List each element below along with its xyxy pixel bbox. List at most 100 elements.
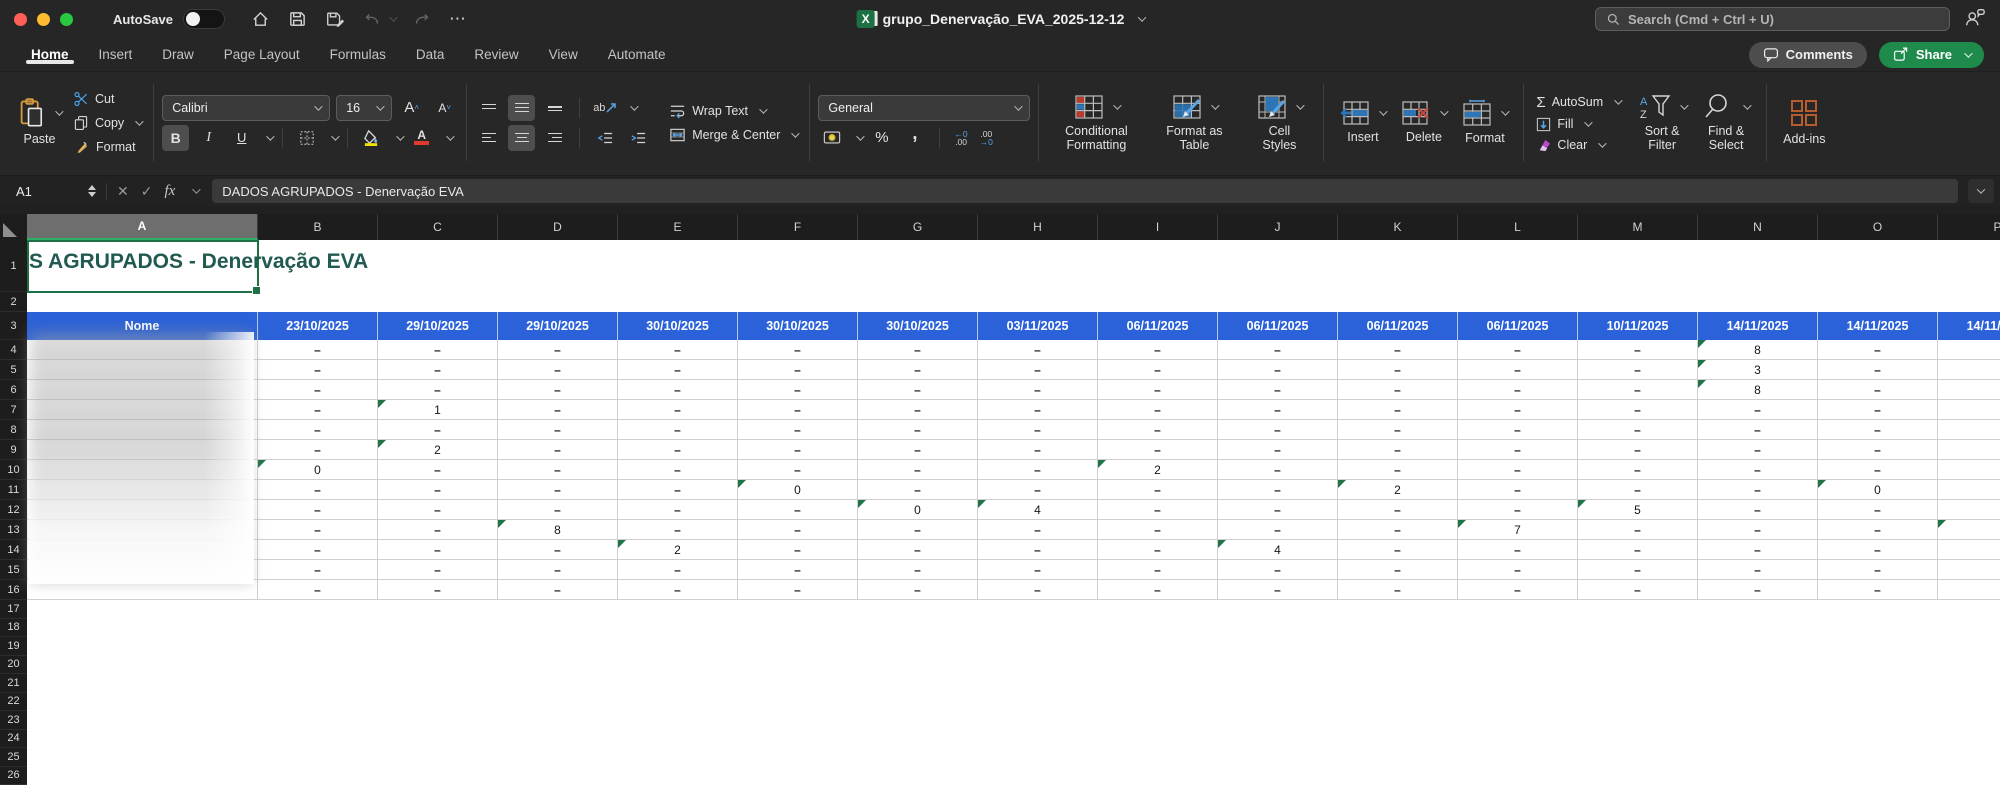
autosave-toggle[interactable] — [182, 9, 225, 29]
confirm-entry-icon[interactable]: ✓ — [141, 183, 153, 200]
find-select-button[interactable]: Find & Select — [1694, 91, 1758, 154]
align-middle-button[interactable] — [508, 94, 536, 121]
cell-D7[interactable]: – — [498, 400, 618, 420]
row-header-4[interactable]: 4 — [0, 340, 27, 360]
cell-K8[interactable]: – — [1338, 420, 1458, 440]
header-cell-O3[interactable]: 14/11/2025 — [1818, 312, 1938, 340]
align-bottom-button[interactable] — [541, 95, 568, 121]
cell-F15[interactable]: – — [738, 560, 858, 580]
cell-A9[interactable] — [27, 440, 258, 460]
accounting-format-button[interactable] — [818, 125, 845, 151]
row-header-14[interactable]: 14 — [0, 540, 27, 560]
cell-M16[interactable]: – — [1578, 580, 1698, 600]
cell-C7[interactable]: 1 — [378, 400, 498, 420]
cell-O7[interactable]: – — [1818, 400, 1938, 420]
comments-button[interactable]: Comments — [1748, 41, 1867, 68]
row-header-19[interactable]: 19 — [0, 637, 27, 656]
cell-M4[interactable]: – — [1578, 340, 1698, 360]
cell-G16[interactable]: – — [858, 580, 978, 600]
cell-P5[interactable] — [1938, 360, 2000, 380]
cell-G13[interactable]: – — [858, 520, 978, 540]
cell-E5[interactable]: – — [618, 360, 738, 380]
cell-E15[interactable]: – — [618, 560, 738, 580]
header-cell-D3[interactable]: 29/10/2025 — [498, 312, 618, 340]
header-cell-K3[interactable]: 06/11/2025 — [1338, 312, 1458, 340]
cell-L9[interactable]: – — [1458, 440, 1578, 460]
cell-H14[interactable]: – — [978, 540, 1098, 560]
cell-P6[interactable] — [1938, 380, 2000, 400]
cell-N6[interactable]: 8 — [1698, 380, 1818, 400]
cell-D16[interactable]: – — [498, 580, 618, 600]
row-header-11[interactable]: 11 — [0, 480, 27, 500]
cell-J8[interactable]: – — [1218, 420, 1338, 440]
cell-B13[interactable]: – — [258, 520, 378, 540]
cell-J16[interactable]: – — [1218, 580, 1338, 600]
cell-M10[interactable]: – — [1578, 460, 1698, 480]
cell-C10[interactable]: – — [378, 460, 498, 480]
cell-G14[interactable]: – — [858, 540, 978, 560]
save-icon[interactable] — [288, 10, 307, 29]
cell-M11[interactable]: – — [1578, 480, 1698, 500]
cell-M6[interactable]: – — [1578, 380, 1698, 400]
cell-I8[interactable]: – — [1098, 420, 1218, 440]
close-window-button[interactable] — [14, 12, 27, 26]
cell-B10[interactable]: 0 — [258, 460, 378, 480]
cell-N10[interactable]: – — [1698, 460, 1818, 480]
cell-H5[interactable]: – — [978, 360, 1098, 380]
cell-I4[interactable]: – — [1098, 340, 1218, 360]
align-right-button[interactable] — [541, 125, 568, 151]
cell-B14[interactable]: – — [258, 540, 378, 560]
cell-I9[interactable]: – — [1098, 440, 1218, 460]
row-header-8[interactable]: 8 — [0, 420, 27, 440]
cancel-entry-icon[interactable]: ✕ — [117, 183, 129, 200]
cell-M13[interactable]: – — [1578, 520, 1698, 540]
cell-B11[interactable]: – — [258, 480, 378, 500]
cell-G5[interactable]: – — [858, 360, 978, 380]
borders-button[interactable] — [293, 125, 320, 151]
cell-K4[interactable]: – — [1338, 340, 1458, 360]
row-header-2[interactable]: 2 — [0, 292, 27, 312]
cell-M8[interactable]: – — [1578, 420, 1698, 440]
cell-N5[interactable]: 3 — [1698, 360, 1818, 380]
cell-H9[interactable]: – — [978, 440, 1098, 460]
column-header-K[interactable]: K — [1338, 214, 1458, 240]
cell-I13[interactable]: – — [1098, 520, 1218, 540]
cell-H15[interactable]: – — [978, 560, 1098, 580]
cell-B6[interactable]: – — [258, 380, 378, 400]
cell-C4[interactable]: – — [378, 340, 498, 360]
row-header-10[interactable]: 10 — [0, 460, 27, 480]
cell-P15[interactable] — [1938, 560, 2000, 580]
cell-H16[interactable]: – — [978, 580, 1098, 600]
cell-P7[interactable] — [1938, 400, 2000, 420]
format-as-table-button[interactable]: Format as Table — [1145, 92, 1243, 154]
header-cell-G3[interactable]: 30/10/2025 — [858, 312, 978, 340]
cell-E7[interactable]: – — [618, 400, 738, 420]
cell-L16[interactable]: – — [1458, 580, 1578, 600]
cell-B5[interactable]: – — [258, 360, 378, 380]
cell-J13[interactable]: – — [1218, 520, 1338, 540]
cell-J14[interactable]: 4 — [1218, 540, 1338, 560]
row-header-6[interactable]: 6 — [0, 380, 27, 400]
row-header-3[interactable]: 3 — [0, 312, 27, 340]
header-cell-H3[interactable]: 03/11/2025 — [978, 312, 1098, 340]
cell-P9[interactable] — [1938, 440, 2000, 460]
cell-H13[interactable]: – — [978, 520, 1098, 540]
header-cell-J3[interactable]: 06/11/2025 — [1218, 312, 1338, 340]
cell-N11[interactable]: – — [1698, 480, 1818, 500]
cell-C15[interactable]: – — [378, 560, 498, 580]
column-header-E[interactable]: E — [618, 214, 738, 240]
cell-A11[interactable] — [27, 480, 258, 500]
tab-data[interactable]: Data — [401, 47, 460, 62]
cell-C13[interactable]: – — [378, 520, 498, 540]
cell-O12[interactable]: – — [1818, 500, 1938, 520]
row-header-26[interactable]: 26 — [0, 766, 27, 785]
cell-F11[interactable]: 0 — [738, 480, 858, 500]
cell-O15[interactable]: – — [1818, 560, 1938, 580]
cell-C8[interactable]: – — [378, 420, 498, 440]
decrease-decimal-button[interactable]: .00 →0 — [977, 125, 996, 151]
cell-H4[interactable]: – — [978, 340, 1098, 360]
cell-D6[interactable]: – — [498, 380, 618, 400]
cell-J9[interactable]: – — [1218, 440, 1338, 460]
cell-D11[interactable]: – — [498, 480, 618, 500]
cell-A15[interactable] — [27, 560, 258, 580]
